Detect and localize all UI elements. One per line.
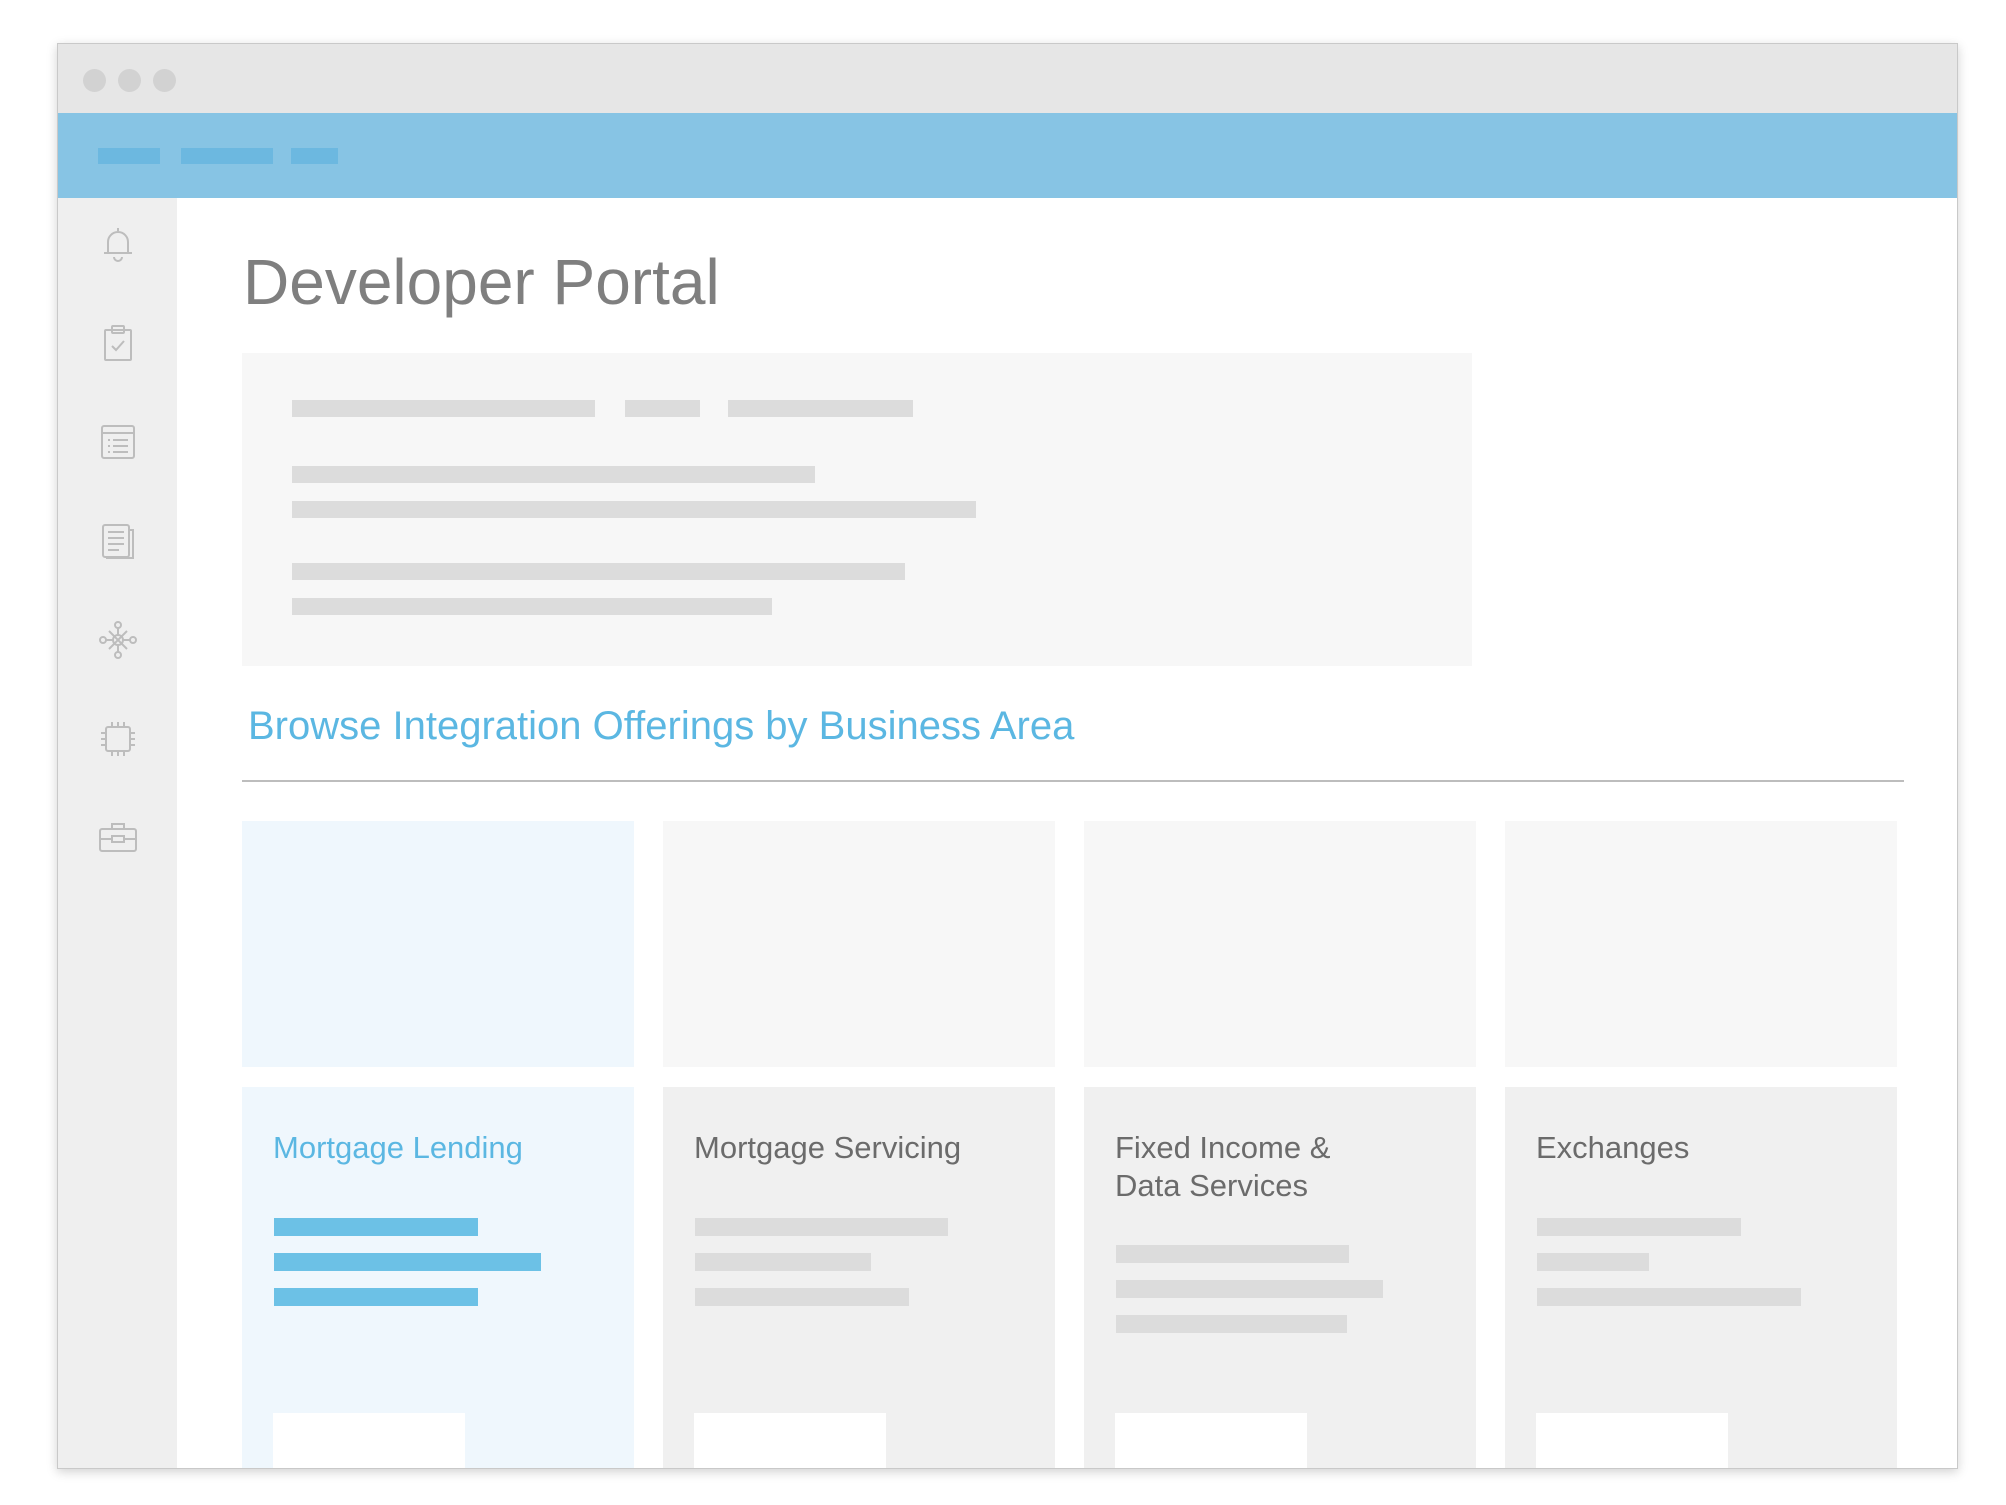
card-action-button[interactable] xyxy=(694,1413,886,1468)
nav-item-3[interactable] xyxy=(291,148,338,164)
nav-item-2[interactable] xyxy=(181,148,273,164)
list-icon[interactable] xyxy=(97,421,139,463)
placeholder-text xyxy=(292,563,905,580)
card-action-button[interactable] xyxy=(273,1413,465,1468)
minimize-dot[interactable] xyxy=(118,69,141,92)
placeholder-text xyxy=(292,501,976,518)
card-title: Exchanges xyxy=(1536,1130,1690,1165)
placeholder-text xyxy=(1116,1280,1383,1298)
placeholder-text xyxy=(1537,1218,1741,1236)
main-content: Developer Portal Browse Integration Offe… xyxy=(177,198,1957,1468)
card-action-button[interactable] xyxy=(1536,1413,1728,1468)
intro-panel xyxy=(242,353,1472,666)
section-divider xyxy=(242,780,1904,782)
card-separator xyxy=(1084,1067,1476,1087)
clipboard-check-icon[interactable] xyxy=(97,322,139,364)
card-separator xyxy=(242,1067,634,1087)
placeholder-text xyxy=(274,1288,478,1306)
card-exchanges[interactable]: Exchanges xyxy=(1505,821,1897,1468)
top-navigation-bar xyxy=(58,113,1957,198)
placeholder-text xyxy=(1537,1253,1649,1271)
card-title: Mortgage Lending xyxy=(273,1130,523,1165)
card-image xyxy=(1084,821,1476,1067)
placeholder-text xyxy=(695,1288,909,1306)
card-separator xyxy=(663,1067,1055,1087)
nav-item-1[interactable] xyxy=(98,148,160,164)
placeholder-text xyxy=(274,1218,478,1236)
placeholder-text xyxy=(625,400,700,417)
card-image xyxy=(242,821,634,1067)
sidebar xyxy=(58,198,177,1468)
placeholder-text xyxy=(728,400,913,417)
maximize-dot[interactable] xyxy=(153,69,176,92)
placeholder-text xyxy=(1116,1315,1347,1333)
card-mortgage-lending[interactable]: Mortgage Lending xyxy=(242,821,634,1468)
placeholder-text xyxy=(292,400,595,417)
placeholder-text xyxy=(1537,1288,1801,1306)
page-title: Developer Portal xyxy=(243,246,720,318)
card-fixed-income[interactable]: Fixed Income & Data Services xyxy=(1084,821,1476,1468)
placeholder-text xyxy=(292,598,772,615)
placeholder-text xyxy=(274,1253,541,1271)
title-bar xyxy=(58,44,1957,113)
card-title: Mortgage Servicing xyxy=(694,1130,962,1165)
browser-window: Developer Portal Browse Integration Offe… xyxy=(57,43,1958,1469)
placeholder-text xyxy=(695,1218,948,1236)
placeholder-text xyxy=(292,466,815,483)
card-title: Fixed Income & Data Services xyxy=(1115,1130,1331,1203)
chip-icon[interactable] xyxy=(97,718,139,760)
network-icon[interactable] xyxy=(97,619,139,661)
close-dot[interactable] xyxy=(83,69,106,92)
card-mortgage-servicing[interactable]: Mortgage Servicing xyxy=(663,821,1055,1468)
card-action-button[interactable] xyxy=(1115,1413,1307,1468)
card-image xyxy=(663,821,1055,1067)
briefcase-icon[interactable] xyxy=(97,817,139,859)
card-separator xyxy=(1505,1067,1897,1087)
bell-icon[interactable] xyxy=(97,223,139,265)
section-title: Browse Integration Offerings by Business… xyxy=(248,704,1075,748)
card-image xyxy=(1505,821,1897,1067)
documents-icon[interactable] xyxy=(97,520,139,562)
placeholder-text xyxy=(1116,1245,1349,1263)
placeholder-text xyxy=(695,1253,871,1271)
